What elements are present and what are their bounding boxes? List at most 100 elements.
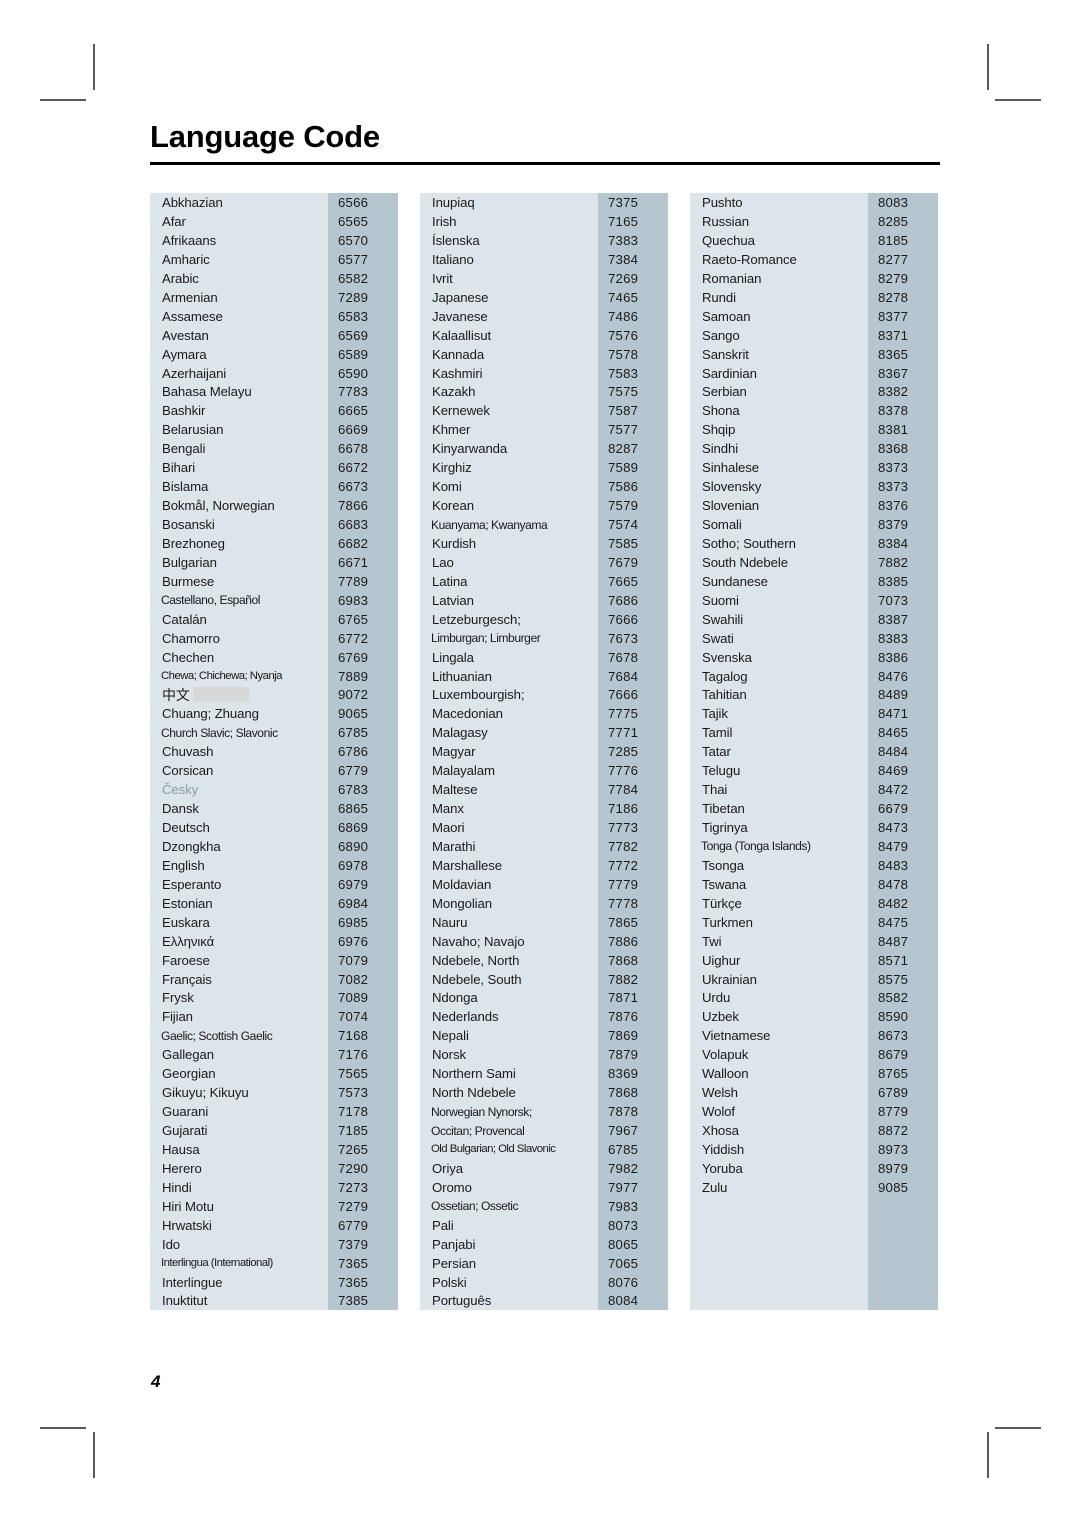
table-row[interactable]: Norwegian Nynorsk; 7878: [420, 1102, 668, 1122]
table-row[interactable]: Zulu 9085: [690, 1177, 938, 1197]
table-row[interactable]: Turkmen 8475: [690, 912, 938, 932]
table-row[interactable]: Latvian 7686: [420, 590, 668, 610]
table-row[interactable]: Kazakh 7575: [420, 382, 668, 402]
table-row[interactable]: Lao 7679: [420, 552, 668, 572]
table-row[interactable]: Kinyarwanda 8287: [420, 439, 668, 459]
table-row[interactable]: Gikuyu; Kikuyu 7573: [150, 1083, 398, 1103]
table-row[interactable]: Ndebele, North 7868: [420, 950, 668, 970]
table-row[interactable]: Amharic 6577: [150, 249, 398, 269]
table-row[interactable]: Herero 7290: [150, 1158, 398, 1178]
table-row[interactable]: Castellano, Español 6983: [150, 590, 398, 610]
table-row[interactable]: Kirghiz 7589: [420, 458, 668, 478]
table-row[interactable]: Interlingue 7365: [150, 1272, 398, 1292]
table-row[interactable]: Tagalog 8476: [690, 666, 938, 686]
table-row[interactable]: Estonian 6984: [150, 893, 398, 913]
table-row[interactable]: Ukrainian 8575: [690, 969, 938, 989]
table-row[interactable]: Nepali 7869: [420, 1026, 668, 1046]
table-row[interactable]: Thai 8472: [690, 780, 938, 800]
table-row[interactable]: Kuanyama; Kwanyama 7574: [420, 515, 668, 534]
table-row[interactable]: Belarusian 6669: [150, 420, 398, 440]
table-row[interactable]: English 6978: [150, 855, 398, 875]
table-row[interactable]: Kashmiri 7583: [420, 363, 668, 383]
table-row[interactable]: Nauru 7865: [420, 912, 668, 932]
table-row[interactable]: Shona 8378: [690, 401, 938, 421]
table-row[interactable]: Macedonian 7775: [420, 704, 668, 724]
table-row[interactable]: Ossetian; Ossetic 7983: [420, 1196, 668, 1216]
table-row[interactable]: Komi 7586: [420, 477, 668, 497]
table-row[interactable]: Ndebele, South 7882: [420, 969, 668, 989]
table-row[interactable]: Bashkir 6665: [150, 401, 398, 421]
table-row[interactable]: Japanese 7465: [420, 287, 668, 307]
table-row[interactable]: Telugu 8469: [690, 761, 938, 781]
table-row[interactable]: Italiano 7384: [420, 249, 668, 269]
table-row[interactable]: Kalaallisut 7576: [420, 325, 668, 345]
table-row[interactable]: Bokmål, Norwegian 7866: [150, 496, 398, 516]
table-row[interactable]: Vietnamese 8673: [690, 1026, 938, 1046]
table-row[interactable]: Yiddish 8973: [690, 1139, 938, 1159]
table-row[interactable]: Tigrinya 8473: [690, 818, 938, 837]
table-row[interactable]: Sindhi 8368: [690, 439, 938, 459]
table-row[interactable]: Azerhaijani 6590: [150, 363, 398, 383]
table-row[interactable]: Panjabi 8065: [420, 1234, 668, 1254]
table-row[interactable]: Lithuanian 7684: [420, 666, 668, 686]
table-row[interactable]: Pushto 8083: [690, 193, 938, 213]
table-row[interactable]: Bosanski 6683: [150, 515, 398, 534]
table-row[interactable]: Maltese 7784: [420, 780, 668, 800]
table-row[interactable]: Bengali 6678: [150, 439, 398, 459]
table-row[interactable]: Irish 7165: [420, 212, 668, 231]
table-row[interactable]: Sanskrit 8365: [690, 344, 938, 364]
table-row[interactable]: Malagasy 7771: [420, 723, 668, 743]
table-row[interactable]: Bulgarian 6671: [150, 552, 398, 572]
table-row[interactable]: Euskara 6985: [150, 912, 398, 932]
table-row[interactable]: Íslenska 7383: [420, 230, 668, 250]
table-row[interactable]: Marshallese 7772: [420, 855, 668, 875]
table-row[interactable]: Magyar 7285: [420, 742, 668, 762]
table-row[interactable]: Oriya 7982: [420, 1158, 668, 1178]
table-row[interactable]: Russian 8285: [690, 212, 938, 231]
table-row[interactable]: North Ndebele 7868: [420, 1083, 668, 1103]
table-row[interactable]: Georgian 7565: [150, 1064, 398, 1084]
table-row[interactable]: Polski 8076: [420, 1272, 668, 1292]
table-row[interactable]: Esperanto 6979: [150, 874, 398, 894]
table-row[interactable]: Kernewek 7587: [420, 401, 668, 421]
table-row[interactable]: Hrwatski 6779: [150, 1215, 398, 1235]
table-row[interactable]: Armenian 7289: [150, 287, 398, 307]
table-row[interactable]: Tajik 8471: [690, 704, 938, 724]
table-row[interactable]: Ivrit 7269: [420, 268, 668, 288]
table-row[interactable]: Tibetan 6679: [690, 799, 938, 819]
table-row[interactable]: Sardinian 8367: [690, 363, 938, 383]
table-row[interactable]: Lingala 7678: [420, 647, 668, 667]
table-row[interactable]: Português 8084: [420, 1291, 668, 1311]
table-row[interactable]: Church Slavic; Slavonic 6785: [150, 723, 398, 743]
table-row[interactable]: Walloon 8765: [690, 1064, 938, 1084]
table-row[interactable]: South Ndebele 7882: [690, 552, 938, 572]
table-row[interactable]: Luxembourgish; 7666: [420, 685, 668, 705]
table-row[interactable]: Korean 7579: [420, 496, 668, 516]
table-row[interactable]: Chechen 6769: [150, 647, 398, 667]
table-row[interactable]: Guarani 7178: [150, 1102, 398, 1122]
table-row[interactable]: Brezhoneg 6682: [150, 533, 398, 553]
table-row[interactable]: Ελληνικά 6976: [150, 931, 398, 951]
table-row[interactable]: Urdu 8582: [690, 988, 938, 1008]
table-row[interactable]: Česky 6783: [150, 780, 398, 800]
table-row[interactable]: Nederlands 7876: [420, 1007, 668, 1027]
table-row[interactable]: Gujarati 7185: [150, 1121, 398, 1140]
table-row[interactable]: Deutsch 6869: [150, 818, 398, 837]
table-row[interactable]: Tahitian 8489: [690, 685, 938, 705]
table-row[interactable]: Occitan; Provencal 7967: [420, 1121, 668, 1140]
table-row[interactable]: Gaelic; Scottish Gaelic 7168: [150, 1026, 398, 1046]
table-row[interactable]: Letzeburgesch; 7666: [420, 609, 668, 629]
table-row[interactable]: Aymara 6589: [150, 344, 398, 364]
table-row[interactable]: Chuang; Zhuang 9065: [150, 704, 398, 724]
table-row[interactable]: Norsk 7879: [420, 1045, 668, 1065]
table-row[interactable]: Raeto-Romance 8277: [690, 249, 938, 269]
table-row[interactable]: Swahili 8387: [690, 609, 938, 629]
table-row[interactable]: Uzbek 8590: [690, 1007, 938, 1027]
table-row[interactable]: Old Bulgarian; Old Slavonic 6785: [420, 1139, 668, 1159]
table-row[interactable]: Mongolian 7778: [420, 893, 668, 913]
table-row[interactable]: Arabic 6582: [150, 268, 398, 288]
table-row[interactable]: Fijian 7074: [150, 1007, 398, 1027]
table-row[interactable]: Rundi 8278: [690, 287, 938, 307]
table-row[interactable]: 中文 9072: [150, 685, 398, 705]
table-row[interactable]: Interlingua (International) 7365: [150, 1253, 398, 1273]
